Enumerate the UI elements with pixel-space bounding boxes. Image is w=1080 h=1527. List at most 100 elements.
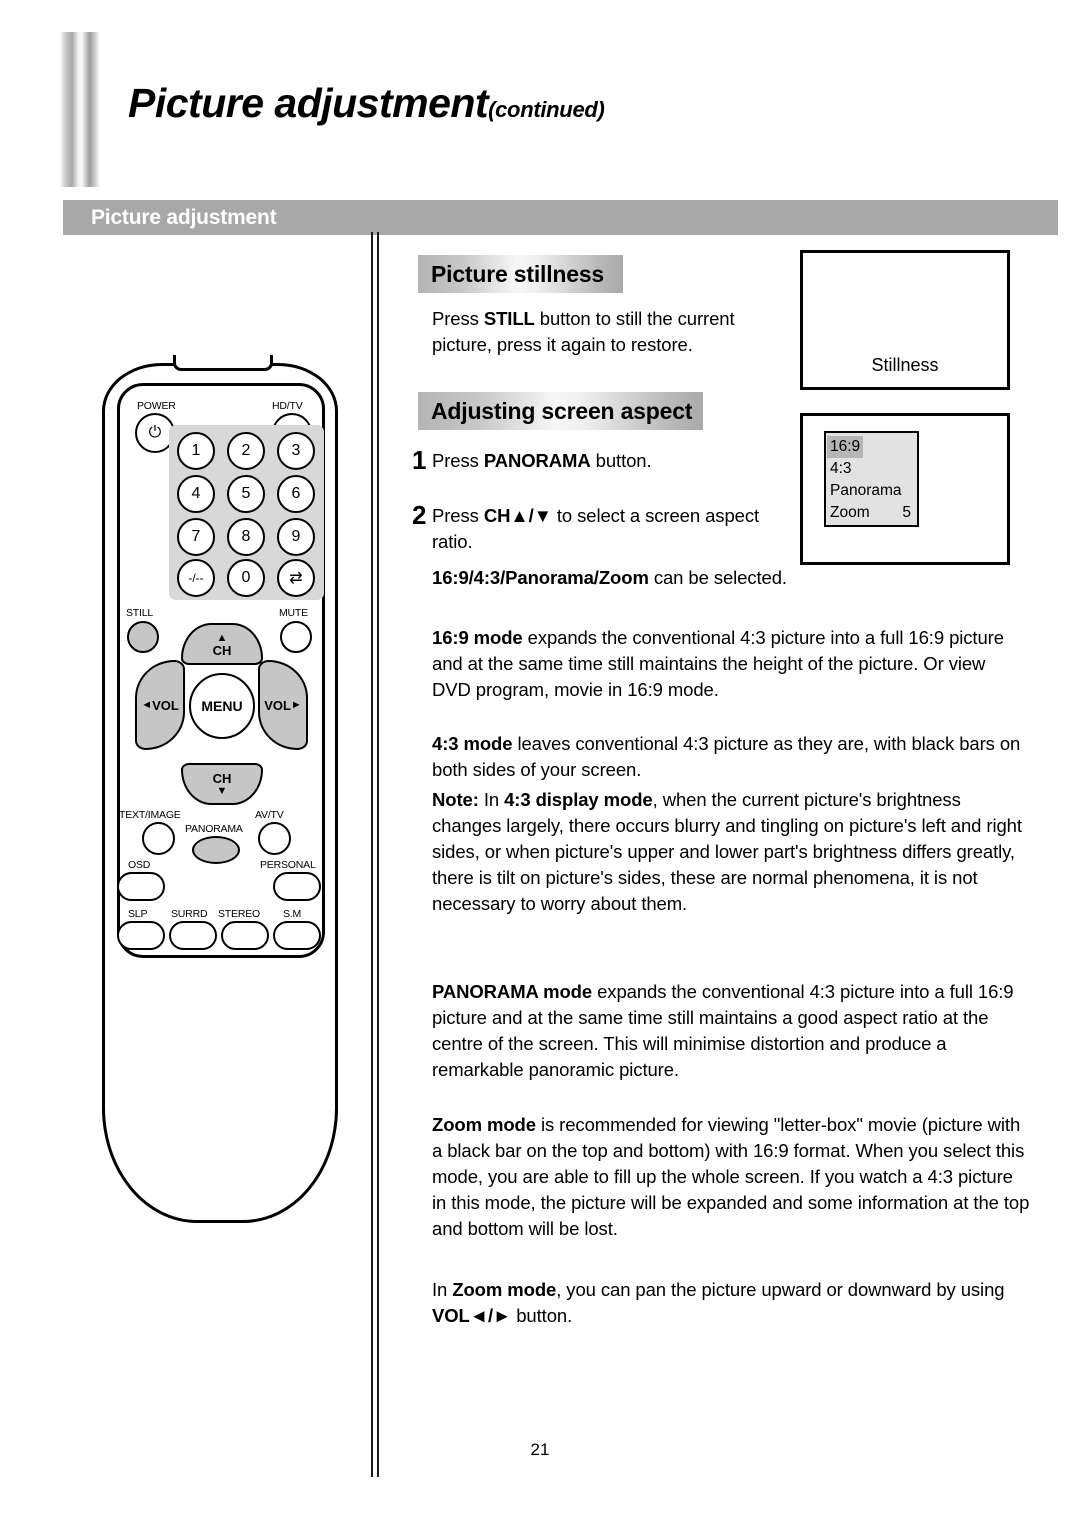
osd-menu-row: Panorama — [830, 480, 917, 502]
osd-menu-item-label: 4:3 — [830, 460, 852, 477]
panorama-button-label: PANORAMA — [185, 823, 243, 835]
menu-button-label: MENU — [201, 698, 243, 714]
section-bar-label: Picture adjustment — [91, 206, 277, 229]
channel-up-button[interactable]: ▲ CH — [181, 623, 263, 665]
page-title-main: Picture adjustment — [128, 80, 489, 126]
power-button-label: POWER — [137, 400, 176, 412]
keypad-button-9[interactable]: 9 — [277, 518, 315, 556]
volume-up-label: VOL — [264, 697, 291, 713]
osd-menu-row: 16:9 — [827, 436, 917, 458]
hdtv-button-label: HD/TV — [272, 400, 303, 412]
osd-menu-item-label: Panorama — [830, 482, 902, 499]
keypad-button-5[interactable]: 5 — [227, 475, 265, 513]
keypad-button-label: -/-- — [188, 571, 204, 585]
keypad-button-[interactable]: -/-- — [177, 559, 215, 597]
menu-button[interactable]: MENU — [189, 673, 255, 739]
keypad-button-8[interactable]: 8 — [227, 518, 265, 556]
keypad-button-label: 6 — [291, 485, 301, 502]
numeric-keypad: 1 2 3 4 5 6 7 8 9 -/-- 0 ⇄ — [169, 425, 324, 600]
stereo-button[interactable] — [221, 921, 269, 950]
step-2-number: 2 — [412, 500, 427, 530]
osd-menu-row: 4:3 — [830, 458, 917, 480]
keypad-button-2[interactable]: 2 — [227, 432, 265, 470]
paragraph-mode-panorama: PANORAMA mode expands the conventional 4… — [432, 981, 1014, 1080]
osd-menu-item-value: 5 — [902, 504, 911, 521]
osd-menu-item-label: Zoom — [830, 504, 870, 521]
mute-button[interactable] — [280, 621, 312, 653]
still-button-label: STILL — [126, 607, 154, 619]
illustration-stillness-screen: Stillness — [800, 250, 1010, 390]
osd-menu-item[interactable]: 4:3 — [830, 458, 917, 480]
heading-picture-stillness: Picture stillness — [418, 255, 623, 293]
osd-menu-item[interactable]: Zoom 5 — [830, 502, 917, 524]
heading-adjusting-screen-aspect: Adjusting screen aspect — [418, 392, 703, 430]
step-1-number: 1 — [412, 445, 427, 475]
illustration-osd-screen: 16:9 4:3 Panorama Zoom 5 — [800, 413, 1010, 565]
remote-control-diagram: POWER ⏻ HD/TV 1 2 3 4 5 6 7 8 9 -/-- 0 ⇄ STILL MUTE… — [95, 345, 345, 1225]
paragraph-mode-16-9: 16:9 mode expands the conventional 4:3 p… — [432, 627, 1004, 700]
page-number: 21 — [530, 1440, 550, 1459]
avtv-button[interactable] — [258, 822, 291, 855]
keypad-button-7[interactable]: 7 — [177, 518, 215, 556]
keypad-button-label: 8 — [241, 528, 251, 545]
keypad-button-label: 1 — [191, 442, 201, 459]
keypad-button-[interactable]: ⇄ — [277, 559, 315, 597]
paragraph-zoom-pan: In Zoom mode, you can pan the picture up… — [432, 1279, 1005, 1326]
sm-button-label: S.M — [283, 908, 302, 920]
surrd-button-label: SURRD — [171, 908, 208, 920]
heading-adjusting-screen-aspect-label: Adjusting screen aspect — [431, 397, 693, 424]
vertical-divider — [371, 232, 379, 1477]
osd-menu-row: Zoom 5 — [830, 502, 917, 524]
left-arrow-icon: ◄ — [141, 699, 153, 711]
mute-button-label: MUTE — [279, 607, 308, 619]
osd-button[interactable] — [117, 872, 165, 901]
keypad-button-4[interactable]: 4 — [177, 475, 215, 513]
keypad-button-label: 5 — [241, 485, 251, 502]
keypad-button-label: 2 — [241, 442, 251, 459]
paragraph-step-2: Press CH▲/▼ to select a screen aspect ra… — [432, 505, 760, 552]
divider-line-2 — [377, 232, 379, 1477]
right-arrow-icon: ► — [290, 699, 302, 711]
personal-button-label: PERSONAL — [260, 859, 316, 871]
volume-down-label: VOL — [152, 697, 179, 713]
paragraph-step-1: Press PANORAMA button. — [432, 450, 652, 471]
paragraph-picture-stillness: Press STILL button to still the current … — [432, 308, 735, 355]
keypad-button-label: 4 — [191, 485, 201, 502]
decorative-metal-bar — [60, 32, 100, 187]
text-image-button-label: TEXT/IMAGE — [119, 809, 181, 821]
stillness-caption: Stillness — [871, 355, 939, 375]
power-icon: ⏻ — [148, 424, 162, 441]
section-bar: Picture adjustment — [63, 200, 1058, 235]
still-button[interactable] — [127, 621, 159, 653]
channel-up-label: CH — [212, 642, 232, 658]
keypad-button-6[interactable]: 6 — [277, 475, 315, 513]
keypad-button-label: 3 — [291, 442, 301, 459]
paragraph-can-be-selected: 16:9/4:3/Panorama/Zoom can be selected. — [432, 567, 787, 588]
keypad-button-label: 7 — [191, 528, 201, 545]
paragraph-mode-4-3: 4:3 mode leaves conventional 4:3 picture… — [432, 733, 1021, 780]
paragraph-note-4-3: Note: In 4:3 display mode, when the curr… — [432, 789, 1022, 914]
osd-menu-item[interactable]: 16:9 — [827, 436, 864, 458]
stereo-button-label: STEREO — [218, 908, 260, 920]
keypad-button-1[interactable]: 1 — [177, 432, 215, 470]
sm-button[interactable] — [273, 921, 321, 950]
osd-button-label: OSD — [128, 859, 151, 871]
paragraph-mode-zoom: Zoom mode is recommended for viewing "le… — [432, 1114, 1030, 1239]
osd-aspect-menu: 16:9 4:3 Panorama Zoom 5 — [824, 431, 919, 527]
up-arrow-icon: ▲ — [216, 631, 228, 644]
heading-picture-stillness-label: Picture stillness — [431, 260, 605, 287]
osd-menu-item[interactable]: Panorama — [830, 480, 917, 502]
page-title: Picture adjustment(continued) — [128, 80, 605, 127]
slp-button[interactable] — [117, 921, 165, 950]
text-image-button[interactable] — [142, 822, 175, 855]
keypad-button-label: 0 — [241, 569, 251, 586]
avtv-button-label: AV/TV — [255, 809, 284, 821]
personal-button[interactable] — [273, 872, 321, 901]
remote-ir-emitter — [173, 355, 273, 371]
keypad-button-3[interactable]: 3 — [277, 432, 315, 470]
keypad-button-label: 9 — [291, 528, 301, 545]
keypad-button-0[interactable]: 0 — [227, 559, 265, 597]
channel-down-label: CH — [212, 770, 232, 786]
surrd-button[interactable] — [169, 921, 217, 950]
panorama-button[interactable] — [192, 836, 240, 864]
